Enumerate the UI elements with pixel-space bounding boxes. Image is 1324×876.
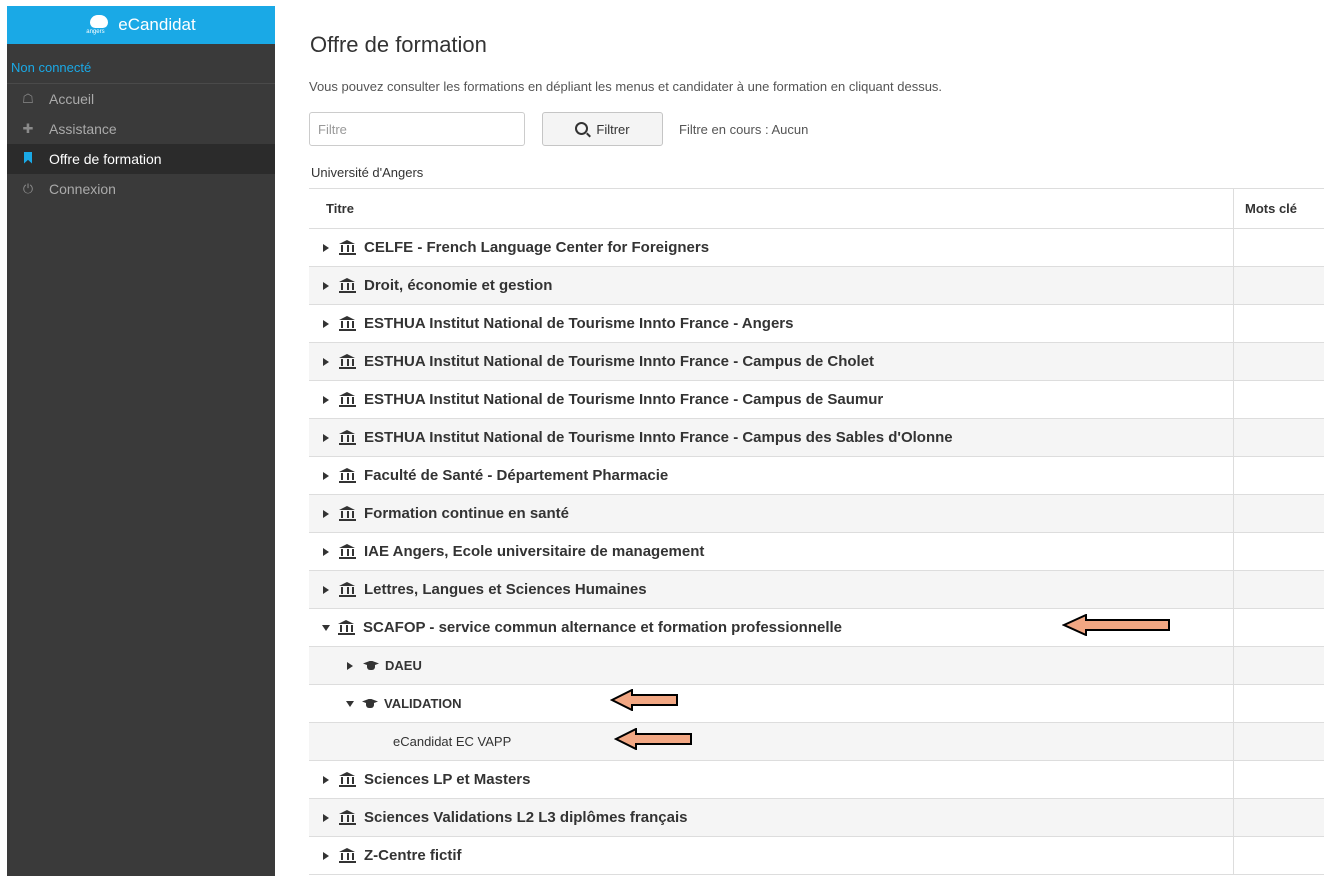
table-row[interactable]: CELFE - French Language Center for Forei… — [309, 229, 1324, 267]
search-icon — [575, 121, 589, 135]
expand-arrow-icon[interactable] — [323, 471, 329, 480]
row-label: Lettres, Langues et Sciences Humaines — [364, 581, 647, 598]
collapse-arrow-icon[interactable] — [322, 624, 330, 631]
expand-arrow-icon[interactable] — [323, 395, 329, 404]
filter-input[interactable] — [309, 112, 525, 146]
table-row[interactable]: DAEU — [309, 647, 1324, 685]
expand-arrow-icon[interactable] — [323, 585, 329, 594]
expand-arrow-icon[interactable] — [323, 433, 329, 442]
sidebar: angers eCandidat Non connecté ☖ Accueil … — [7, 6, 275, 876]
table-row[interactable]: ESTHUA Institut National de Tourisme Inn… — [309, 305, 1324, 343]
table-row[interactable]: VALIDATION — [309, 685, 1324, 723]
table-row[interactable]: Formation continue en santé — [309, 495, 1324, 533]
institution-icon — [339, 468, 356, 483]
table-header: Titre Mots clé — [309, 189, 1324, 229]
row-label: CELFE - French Language Center for Forei… — [364, 239, 710, 256]
sidebar-item-label: Offre de formation — [49, 151, 162, 167]
table-row[interactable]: Sciences Validations L2 L3 diplômes fran… — [309, 799, 1324, 837]
row-label: IAE Angers, Ecole universitaire de manag… — [364, 543, 705, 560]
table-row[interactable]: Lettres, Langues et Sciences Humaines — [309, 571, 1324, 609]
institution-icon — [339, 430, 356, 445]
annotation-arrow-icon — [614, 728, 694, 750]
bookmark-icon — [19, 151, 37, 167]
collapse-arrow-icon[interactable] — [346, 700, 354, 707]
expand-arrow-icon[interactable] — [323, 319, 329, 328]
expand-arrow-icon[interactable] — [323, 851, 329, 860]
table-row[interactable]: eCandidat EC VAPP — [309, 723, 1324, 761]
institution-icon — [339, 278, 356, 293]
home-icon: ☖ — [22, 91, 34, 106]
page-title: Offre de formation — [310, 32, 487, 57]
expand-arrow-icon[interactable] — [323, 509, 329, 518]
filter-button[interactable]: Filtrer — [542, 112, 663, 146]
brand-header[interactable]: angers eCandidat — [7, 6, 275, 44]
row-label: ESTHUA Institut National de Tourisme Inn… — [364, 315, 794, 332]
sidebar-item-connexion[interactable]: ⏻ Connexion — [7, 174, 275, 204]
sidebar-item-offre-de-formation[interactable]: Offre de formation — [7, 144, 275, 174]
row-label: Sciences LP et Masters — [364, 771, 531, 788]
institution-icon — [338, 620, 355, 635]
brand-name: eCandidat — [118, 15, 196, 34]
row-label: Sciences Validations L2 L3 diplômes fran… — [364, 809, 688, 826]
expand-arrow-icon[interactable] — [323, 281, 329, 290]
institution-icon — [339, 544, 356, 559]
institution-icon — [339, 240, 356, 255]
institution-icon — [339, 506, 356, 521]
expand-arrow-icon[interactable] — [347, 661, 353, 670]
row-label: Droit, économie et gestion — [364, 277, 553, 294]
row-label: ESTHUA Institut National de Tourisme Inn… — [364, 353, 875, 370]
formation-table: Titre Mots clé CELFE - French Language C… — [309, 188, 1324, 875]
row-label: ESTHUA Institut National de Tourisme Inn… — [364, 391, 884, 408]
row-label: Z-Centre fictif — [364, 847, 462, 864]
expand-arrow-icon[interactable] — [323, 547, 329, 556]
expand-arrow-icon[interactable] — [323, 357, 329, 366]
table-row[interactable]: Droit, économie et gestion — [309, 267, 1324, 305]
sidebar-item-accueil[interactable]: ☖ Accueil — [7, 84, 275, 114]
university-name: Université d'Angers — [311, 165, 424, 180]
university-logo-icon: angers — [86, 14, 112, 36]
institution-icon — [339, 810, 356, 825]
column-header-titre[interactable]: Titre — [309, 189, 1234, 228]
user-status: Non connecté — [7, 44, 275, 84]
institution-icon — [339, 392, 356, 407]
filter-button-label: Filtrer — [596, 121, 630, 137]
graduation-cap-icon — [363, 660, 379, 672]
table-row[interactable]: Sciences LP et Masters — [309, 761, 1324, 799]
power-icon: ⏻ — [22, 181, 34, 196]
row-label: Formation continue en santé — [364, 505, 570, 522]
annotation-arrow-icon — [610, 689, 680, 711]
row-label: ESTHUA Institut National de Tourisme Inn… — [364, 429, 953, 446]
sidebar-item-label: Accueil — [49, 91, 95, 107]
row-label: DAEU — [385, 658, 422, 673]
table-row[interactable]: Z-Centre fictif — [309, 837, 1324, 875]
main-content: Offre de formation Vous pouvez consulter… — [309, 0, 1324, 876]
table-row[interactable]: ESTHUA Institut National de Tourisme Inn… — [309, 343, 1324, 381]
institution-icon — [339, 772, 356, 787]
ambulance-icon: ✚ — [22, 121, 34, 136]
sidebar-item-assistance[interactable]: ✚ Assistance — [7, 114, 275, 144]
table-row[interactable]: Faculté de Santé - Département Pharmacie — [309, 457, 1324, 495]
annotation-arrow-icon — [1062, 614, 1172, 636]
expand-arrow-icon[interactable] — [323, 775, 329, 784]
intro-text: Vous pouvez consulter les formations en … — [309, 79, 943, 94]
row-label: eCandidat EC VAPP — [393, 734, 512, 749]
graduation-cap-icon — [362, 698, 378, 710]
row-label: Faculté de Santé - Département Pharmacie — [364, 467, 669, 484]
row-label: VALIDATION — [384, 696, 462, 711]
column-header-mots-cle[interactable]: Mots clé — [1234, 189, 1324, 228]
sidebar-item-label: Assistance — [49, 121, 117, 137]
expand-arrow-icon[interactable] — [323, 813, 329, 822]
expand-arrow-icon[interactable] — [323, 243, 329, 252]
institution-icon — [339, 354, 356, 369]
sidebar-item-label: Connexion — [49, 181, 116, 197]
table-row[interactable]: IAE Angers, Ecole universitaire de manag… — [309, 533, 1324, 571]
table-row[interactable]: ESTHUA Institut National de Tourisme Inn… — [309, 419, 1324, 457]
institution-icon — [339, 316, 356, 331]
institution-icon — [339, 582, 356, 597]
row-label: SCAFOP - service commun alternance et fo… — [363, 619, 843, 636]
table-row[interactable]: ESTHUA Institut National de Tourisme Inn… — [309, 381, 1324, 419]
institution-icon — [339, 848, 356, 863]
filter-status: Filtre en cours : Aucun — [679, 122, 809, 137]
